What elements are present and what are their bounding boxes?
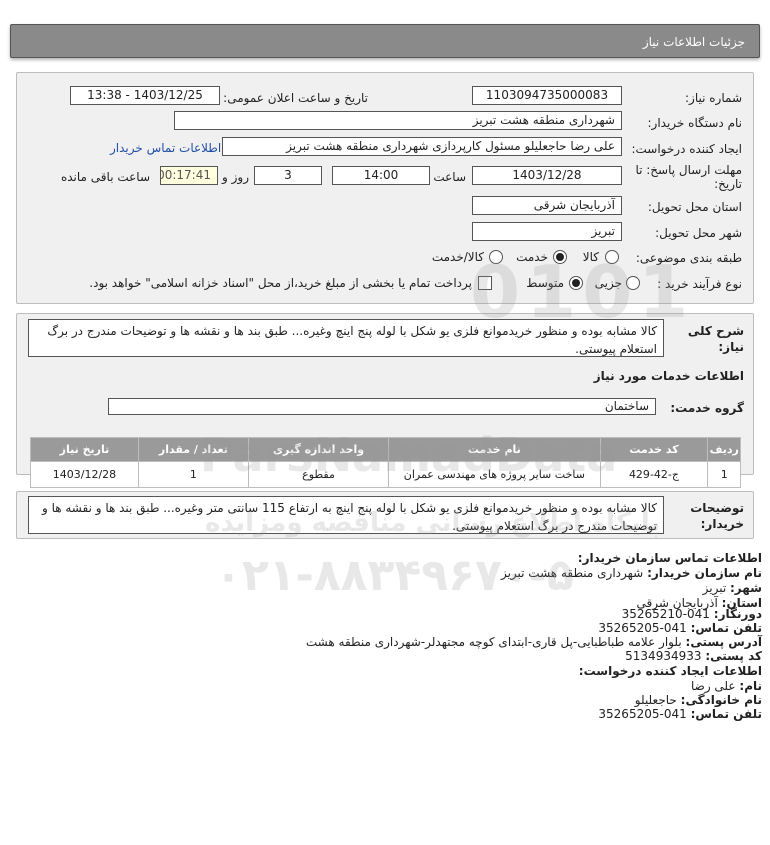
remaining-time-field: 00:17:41	[160, 166, 218, 185]
requester-label: ایجاد کننده درخواست:	[631, 142, 742, 156]
process-option-medium: متوسط	[526, 276, 564, 290]
deadline-time-field[interactable]: 14:00	[332, 166, 430, 185]
page-header: جزئیات اطلاعات نیاز	[10, 24, 760, 58]
requester-field[interactable]: علی رضا حاجعلیلو مسئول کارپردازی شهرداری…	[222, 137, 622, 156]
buyer-org-field[interactable]: شهرداری منطقه هشت تبریز	[174, 111, 622, 130]
creator-last-name: نام خانوادگی: حاجعلیلو	[634, 693, 762, 707]
contact-title: اطلاعات تماس سازمان خریدار:	[577, 551, 762, 565]
buyer-notes-label: توضیحات خریدار:	[690, 501, 744, 531]
process-option-minor: جزیی	[594, 276, 622, 290]
announce-datetime-field[interactable]: 1403/12/25 - 13:38	[70, 86, 220, 105]
category-radio-service[interactable]	[553, 250, 567, 264]
process-radio-medium[interactable]	[569, 276, 583, 290]
col-need-date: تاریخ نیاز	[30, 437, 139, 462]
category-option-goods: کالا	[582, 250, 599, 264]
service-group-label: گروه خدمت:	[670, 401, 744, 415]
col-service-name: نام خدمت	[388, 437, 601, 462]
city-field[interactable]: تبریز	[472, 222, 622, 241]
deadline-time-label: ساعت	[433, 170, 466, 184]
process-radio-minor[interactable]	[626, 276, 640, 290]
cell-need-date: 1403/12/28	[30, 461, 139, 488]
buyer-contact-link[interactable]: اطلاعات تماس خریدار	[110, 141, 221, 155]
province-field[interactable]: آذربایجان شرقی	[472, 196, 622, 215]
description-label: شرح کلی نیاز:	[687, 324, 744, 354]
cell-service-name: ساخت سایر پروژه های مهندسی عمران	[388, 461, 601, 488]
contact-city: شهر: تبریز	[702, 581, 762, 595]
col-row: ردیف	[707, 437, 741, 462]
creator-phone: تلفن تماس: 041-35265205	[598, 707, 762, 721]
treasury-checkbox[interactable]	[478, 276, 492, 290]
contact-fax: دورنگار: 041-35265210	[621, 607, 762, 621]
cell-unit: مقطوع	[247, 461, 390, 488]
services-table: ردیف کد خدمت نام خدمت واحد اندازه گیری ت…	[30, 437, 741, 488]
cell-quantity: 1	[137, 461, 249, 488]
need-number-label: شماره نیاز:	[685, 91, 742, 105]
city-label: شهر محل تحویل:	[655, 226, 742, 240]
contact-org: نام سازمان خریدار: شهرداری منطقه هشت تبر…	[500, 566, 762, 580]
category-option-service: خدمت	[516, 250, 548, 264]
contact-postal: کد پستی: 5134934933	[625, 649, 762, 663]
province-label: استان محل تحویل:	[647, 200, 742, 214]
category-radio-goods[interactable]	[605, 250, 619, 264]
description-text: کالا مشابه بوده و منظور خریدموانع فلزی ی…	[28, 319, 664, 357]
col-code: کد خدمت	[599, 437, 709, 462]
table-row[interactable]: 1 ج-42-429 ساخت سایر پروژه های مهندسی عم…	[30, 461, 741, 488]
table-header-row: ردیف کد خدمت نام خدمت واحد اندازه گیری ت…	[30, 437, 741, 462]
cell-row: 1	[707, 461, 741, 488]
category-option-goods-service: کالا/خدمت	[431, 250, 484, 264]
contact-address: آدرس پستی: بلوار علامه طباطبایی-پل قاری-…	[305, 635, 762, 649]
days-label: روز و	[222, 170, 249, 184]
creator-title: اطلاعات ایجاد کننده درخواست:	[578, 664, 762, 678]
category-radio-goods-service[interactable]	[489, 250, 503, 264]
col-unit: واحد اندازه گیری	[247, 437, 390, 462]
deadline-label: مهلت ارسال پاسخ: تا	[635, 163, 742, 177]
contact-phone: تلفن تماس: 041-35265205	[598, 621, 762, 635]
treasury-text: پرداخت تمام یا بخشی از مبلغ خرید،از محل …	[89, 276, 472, 290]
services-title: اطلاعات خدمات مورد نیاز	[593, 369, 744, 383]
buyer-org-label: نام دستگاه خریدار:	[647, 116, 743, 130]
page-title: جزئیات اطلاعات نیاز	[642, 35, 745, 49]
days-field[interactable]: 3	[254, 166, 322, 185]
col-quantity: تعداد / مقدار	[137, 437, 249, 462]
process-label: نوع فرآیند خرید :	[657, 277, 742, 291]
creator-first-name: نام: علی رضا	[690, 679, 762, 693]
need-number-field[interactable]: 1103094735000083	[472, 86, 622, 105]
buyer-notes-text: کالا مشابه بوده و منظور خریدموانع فلزی ی…	[28, 496, 664, 534]
deadline-label-date: تاریخ:	[714, 177, 742, 191]
announce-label: تاریخ و ساعت اعلان عمومی:	[223, 91, 368, 105]
deadline-date-field[interactable]: 1403/12/28	[472, 166, 622, 185]
need-details-panel	[16, 72, 754, 304]
category-label: طبقه بندی موضوعی:	[635, 251, 742, 265]
cell-code: ج-42-429	[599, 461, 709, 488]
service-group-field[interactable]: ساختمان	[108, 398, 656, 415]
remaining-label: ساعت باقی مانده	[60, 170, 150, 184]
